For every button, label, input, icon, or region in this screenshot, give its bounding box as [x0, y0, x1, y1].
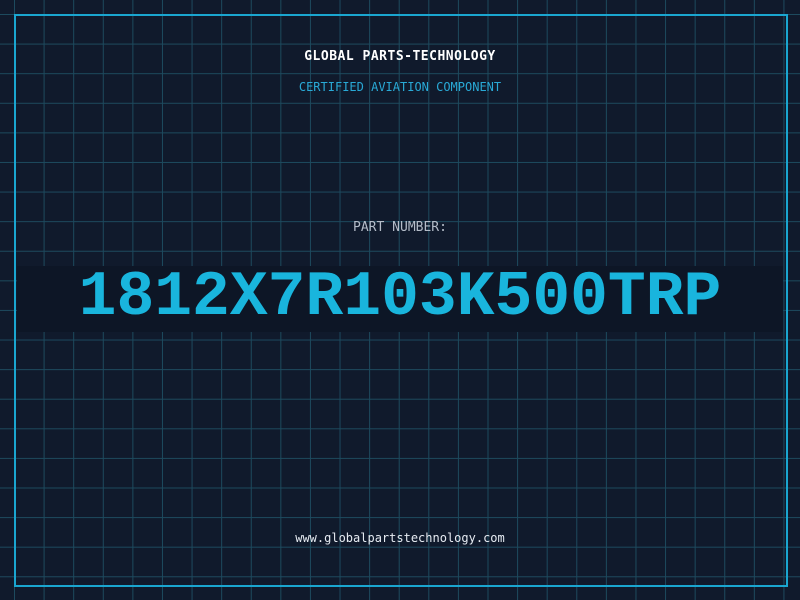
website-link[interactable]: www.globalpartstechnology.com — [0, 531, 800, 545]
part-number-value: 1812X7R103K500TRP — [78, 262, 722, 333]
part-number-label: PART NUMBER: — [353, 220, 447, 235]
page: { "header": { "brand": "GLOBAL PARTS-TEC… — [0, 0, 800, 600]
brand-title: GLOBAL PARTS-TECHNOLOGY — [304, 49, 496, 64]
certification-subtitle: CERTIFIED AVIATION COMPONENT — [298, 80, 502, 94]
